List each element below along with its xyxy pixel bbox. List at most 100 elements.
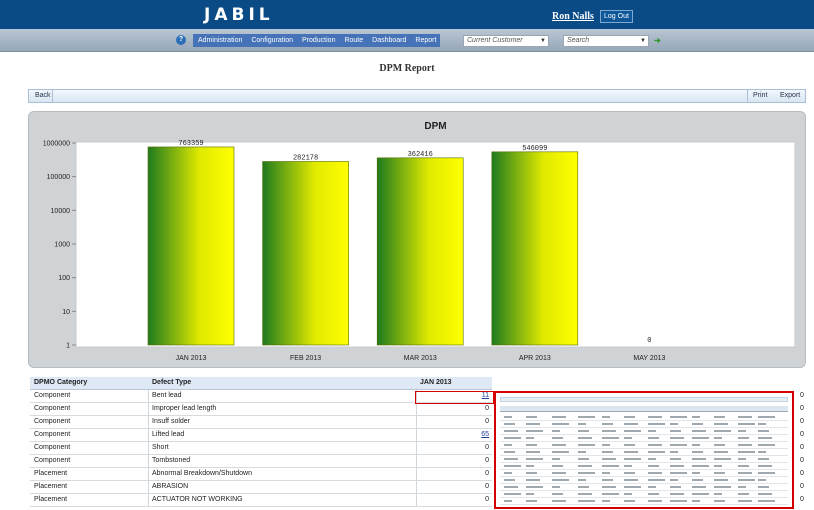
- bar: [376, 157, 464, 346]
- table-row: Component Lifted lead 65: [30, 429, 492, 442]
- thumbnail-row: [500, 477, 788, 484]
- right-column-value: 0: [800, 405, 804, 412]
- nav-bar: ? Administration Configuration Productio…: [0, 29, 814, 52]
- thumbnail-toolbar: [500, 397, 788, 402]
- x-tick-label: APR 2013: [519, 355, 551, 362]
- y-tick-label: 1: [66, 343, 70, 350]
- defect-count-cell: 0: [485, 444, 489, 451]
- menu-item-administration[interactable]: Administration: [193, 34, 246, 47]
- report-toolbar: Back Print Export: [28, 89, 806, 103]
- toolbar-divider: [52, 90, 53, 102]
- thumbnail-header: [500, 406, 788, 412]
- dpmo-category-cell: Component: [34, 405, 71, 412]
- print-button[interactable]: Print: [753, 90, 767, 102]
- y-tick-label: 1000000: [43, 141, 70, 148]
- thumbnail-row: [500, 456, 788, 463]
- dpmo-category-cell: Component: [34, 418, 71, 425]
- defect-type-cell: Bent lead: [152, 392, 182, 399]
- back-button[interactable]: Back: [35, 90, 51, 102]
- thumbnail-row: [500, 491, 788, 498]
- customer-select[interactable]: Current Customer ▼: [463, 35, 549, 47]
- menu-item-configuration[interactable]: Configuration: [246, 34, 297, 47]
- detail-report-thumbnail: [494, 391, 794, 509]
- thumbnail-row: [500, 470, 788, 477]
- defect-type-cell: Insuff solder: [152, 418, 191, 425]
- table-row: Component Improper lead length 0: [30, 403, 492, 416]
- bar-value-label: 362416: [408, 151, 433, 159]
- toolbar-divider: [747, 90, 748, 102]
- right-column-value: 0: [800, 483, 804, 490]
- help-icon[interactable]: ?: [176, 35, 186, 45]
- defect-type-cell: ACTUATOR NOT WORKING: [152, 496, 243, 503]
- thumbnail-row: [500, 442, 788, 449]
- dpmo-category-cell: Placement: [34, 470, 68, 477]
- chevron-down-icon: ▼: [540, 38, 546, 44]
- bar-value-label: 282178: [293, 154, 318, 162]
- x-tick-label: JAN 2013: [176, 355, 207, 362]
- bar-value-label: 0: [647, 337, 651, 345]
- dpmo-category-cell: Placement: [34, 496, 68, 503]
- thumbnail-row: [500, 421, 788, 428]
- chart-title: DPM: [424, 121, 446, 132]
- main-menu: Administration Configuration Production …: [193, 34, 441, 47]
- export-button[interactable]: Export: [780, 90, 800, 102]
- search-select-value: Search: [567, 37, 590, 44]
- defect-count-cell: 0: [485, 418, 489, 425]
- y-tick-label: 1000: [54, 242, 70, 249]
- right-column-value: 0: [800, 444, 804, 451]
- defect-count-link[interactable]: 65: [416, 429, 492, 441]
- menu-item-route[interactable]: Route: [339, 34, 367, 47]
- dpmo-category-cell: Component: [34, 392, 71, 399]
- table-row: Placement ACTUATOR NOT WORKING 0: [30, 494, 492, 507]
- top-header-bar: JABIL Ron Nalls Log Out: [0, 0, 814, 29]
- defect-type-cell: Tombstoned: [152, 457, 191, 464]
- dpm-chart: DPM 1 10 100 1000 10000 100000 1000000 763359 JAN…: [43, 121, 796, 362]
- y-tick-label: 10: [62, 309, 70, 316]
- menu-item-dashboard[interactable]: Dashboard: [367, 34, 410, 47]
- right-column-value: 0: [800, 431, 804, 438]
- chevron-down-icon: ▼: [640, 38, 646, 44]
- defect-type-cell: Improper lead length: [152, 405, 217, 412]
- header-dpmo-category: DPMO Category: [34, 379, 88, 386]
- search-select[interactable]: Search ▼: [563, 35, 649, 47]
- right-column-value: 0: [800, 418, 804, 425]
- thumbnail-row: [500, 484, 788, 491]
- bar: [147, 146, 235, 346]
- y-tick-label: 100000: [47, 174, 70, 181]
- menu-item-production[interactable]: Production: [297, 34, 339, 47]
- page-title: DPM Report: [379, 63, 435, 74]
- arrow-right-icon[interactable]: ➔: [654, 36, 661, 45]
- user-name-link[interactable]: Ron Nalls: [552, 11, 594, 22]
- dpmo-category-cell: Component: [34, 444, 71, 451]
- thumbnail-row: [500, 428, 788, 435]
- right-column-value: 0: [800, 470, 804, 477]
- table-header-row: DPMO Category Defect Type JAN 2013: [30, 377, 492, 390]
- table-row: Component Insuff solder 0: [30, 416, 492, 429]
- thumbnail-row: [500, 463, 788, 470]
- header-jan-2013: JAN 2013: [420, 379, 452, 386]
- defect-count-cell: 0: [485, 470, 489, 477]
- table-row: Component Tombstoned 0: [30, 455, 492, 468]
- table-row: Placement ABRASION 0: [30, 481, 492, 494]
- thumbnail-row: [500, 435, 788, 442]
- logout-button[interactable]: Log Out: [600, 10, 633, 23]
- dpmo-category-cell: Placement: [34, 483, 68, 490]
- dpm-chart-panel: DPM 1 10 100 1000 10000 100000 1000000 763359 JAN…: [28, 111, 806, 368]
- jabil-logo: JABIL: [204, 5, 274, 25]
- defect-count-cell: 0: [485, 496, 489, 503]
- bar-value-label: 546099: [522, 145, 547, 153]
- defect-type-cell: Short: [152, 444, 169, 451]
- x-tick-label: MAR 2013: [404, 355, 437, 362]
- y-tick-label: 100: [58, 275, 70, 282]
- defect-type-cell: Abnormal Breakdown/Shutdown: [152, 470, 253, 477]
- defect-count-cell: 0: [485, 457, 489, 464]
- thumbnail-row: [500, 498, 788, 505]
- menu-item-report[interactable]: Report: [410, 34, 440, 47]
- defect-type-cell: Lifted lead: [152, 431, 185, 438]
- x-tick-label: MAY 2013: [633, 355, 665, 362]
- right-column-value: 0: [800, 496, 804, 503]
- right-column-value: 0: [800, 457, 804, 464]
- table-row: Placement Abnormal Breakdown/Shutdown 0: [30, 468, 492, 481]
- thumbnail-row: [500, 414, 788, 421]
- x-tick-label: FEB 2013: [290, 355, 321, 362]
